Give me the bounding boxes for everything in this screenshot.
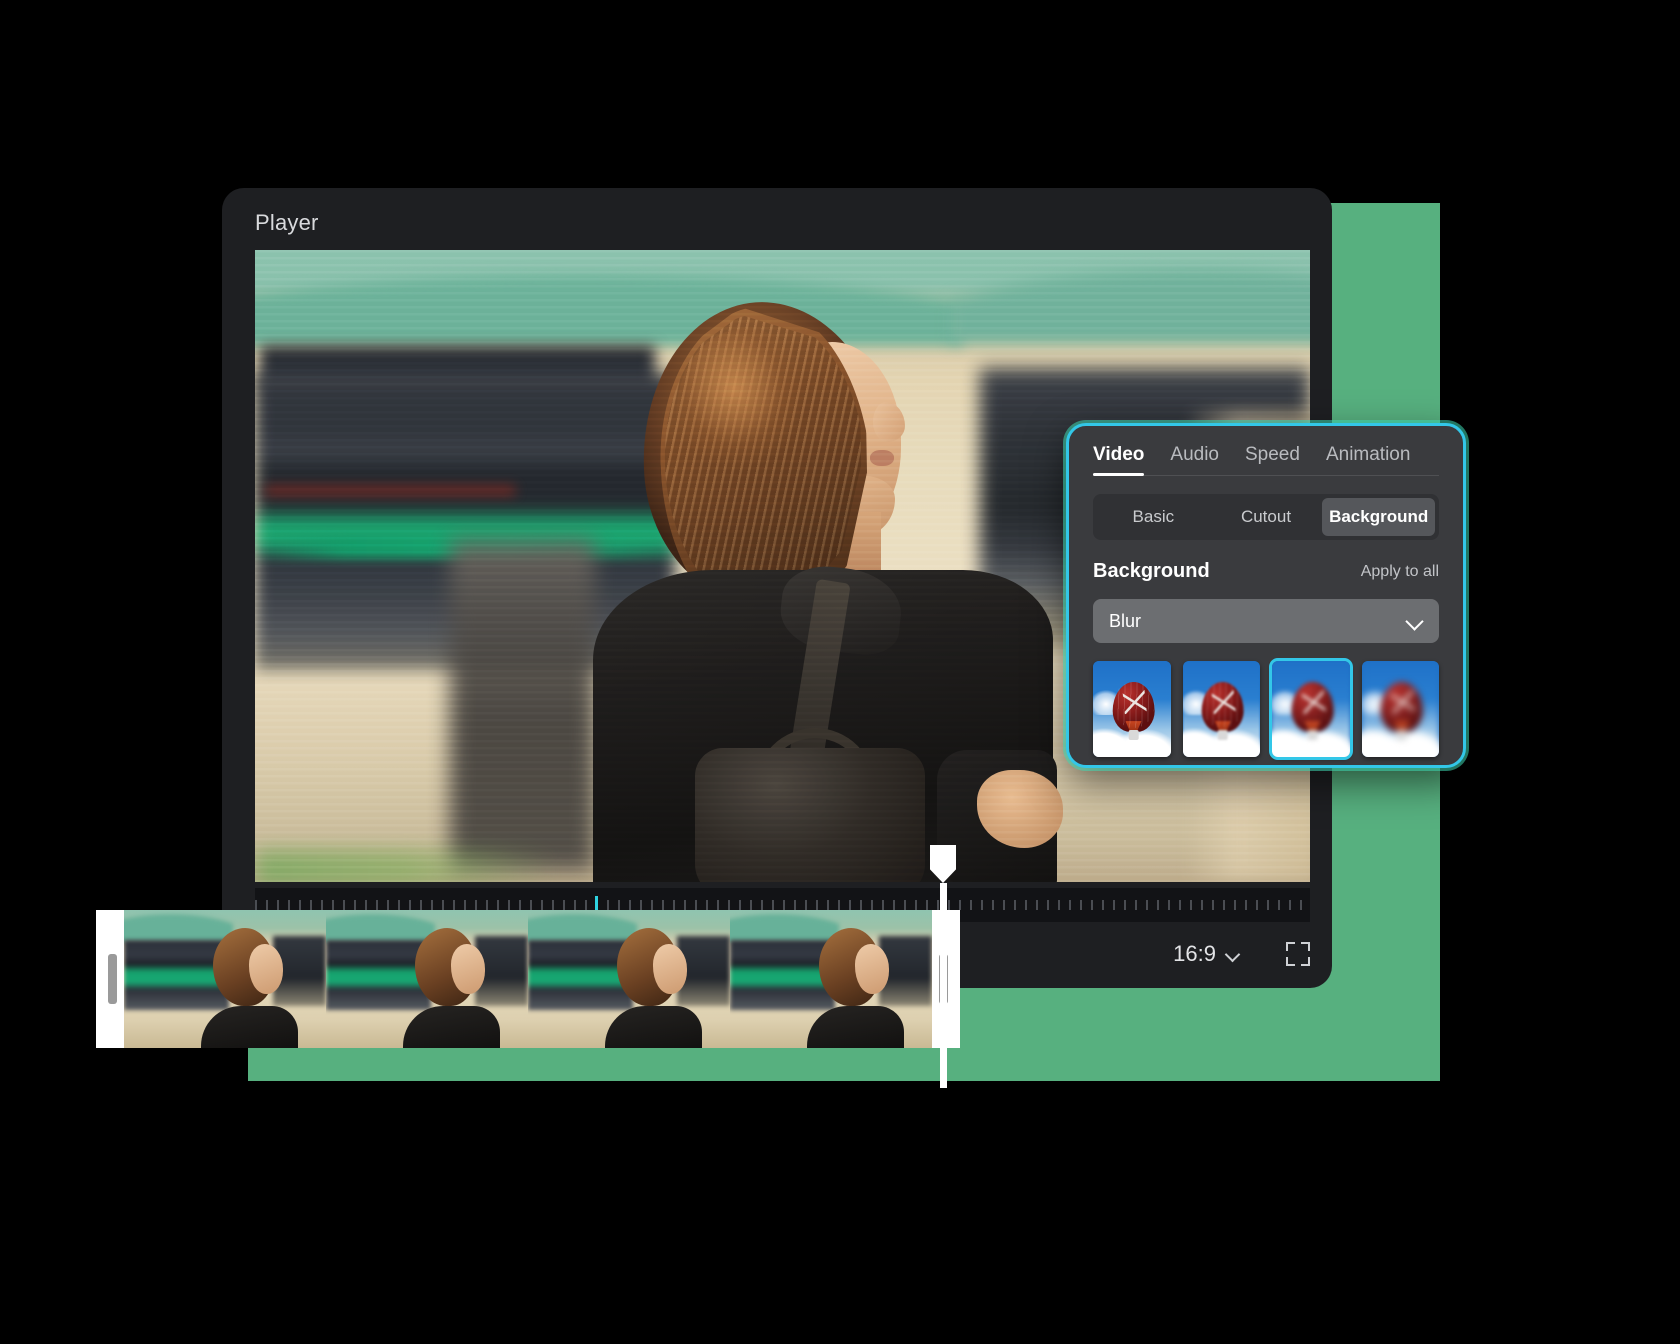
apply-to-all-button[interactable]: Apply to all bbox=[1361, 563, 1439, 581]
screenshot-root: Player 16:9 Video Audio Speed Animation … bbox=[0, 0, 1680, 1344]
section-title: Background bbox=[1093, 560, 1210, 582]
panel-tabs: Video Audio Speed Animation bbox=[1093, 444, 1439, 476]
fullscreen-icon[interactable] bbox=[1286, 942, 1310, 966]
tab-animation[interactable]: Animation bbox=[1326, 444, 1411, 476]
filmstrip-frame bbox=[528, 910, 730, 1048]
blur-preset-2[interactable] bbox=[1269, 658, 1353, 760]
segment-background[interactable]: Background bbox=[1322, 498, 1436, 536]
background-section-header: Background Apply to all bbox=[1093, 560, 1439, 583]
tab-speed[interactable]: Speed bbox=[1245, 444, 1300, 476]
playhead[interactable] bbox=[930, 845, 956, 1088]
playhead-stem bbox=[939, 883, 947, 1088]
background-type-value: Blur bbox=[1109, 610, 1142, 631]
ruler-ticks-icon bbox=[255, 900, 1310, 910]
filmstrip-frame bbox=[730, 910, 932, 1048]
blur-preset-list bbox=[1093, 658, 1439, 760]
segment-basic[interactable]: Basic bbox=[1097, 498, 1210, 536]
filmstrip-frame bbox=[326, 910, 528, 1048]
playhead-head-icon bbox=[930, 845, 956, 883]
filmstrip-frame bbox=[124, 910, 326, 1048]
blur-preset-0[interactable] bbox=[1093, 661, 1171, 757]
chevron-down-icon bbox=[1407, 613, 1423, 629]
segmented-control: Basic Cutout Background bbox=[1093, 494, 1439, 540]
filmstrip bbox=[124, 910, 932, 1048]
timeline-clip[interactable] bbox=[96, 910, 960, 1048]
aspect-ratio-label: 16:9 bbox=[1173, 941, 1216, 966]
blur-preset-3[interactable] bbox=[1361, 661, 1439, 757]
aspect-ratio-selector[interactable]: 16:9 bbox=[1173, 941, 1240, 967]
background-type-select[interactable]: Blur bbox=[1093, 599, 1439, 643]
tab-video[interactable]: Video bbox=[1093, 444, 1145, 476]
blur-preset-1[interactable] bbox=[1182, 661, 1260, 757]
segment-cutout[interactable]: Cutout bbox=[1210, 498, 1323, 536]
properties-panel: Video Audio Speed Animation Basic Cutout… bbox=[1066, 423, 1466, 768]
trim-handle-left[interactable] bbox=[108, 954, 117, 1004]
chevron-down-icon bbox=[1226, 947, 1240, 961]
page-title: Player bbox=[255, 210, 319, 235]
right-black-block bbox=[1480, 434, 1680, 769]
tab-audio[interactable]: Audio bbox=[1170, 444, 1219, 476]
